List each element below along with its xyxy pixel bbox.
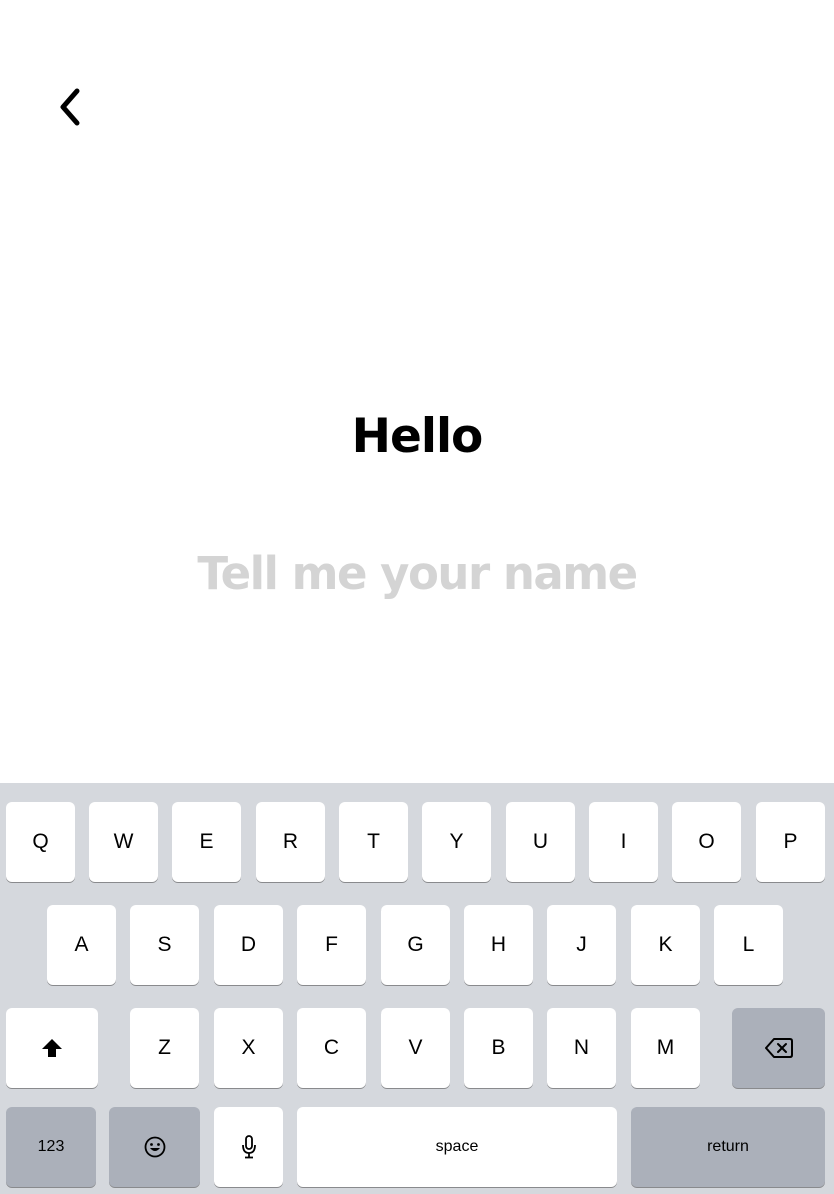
key-j[interactable]: J	[547, 905, 616, 985]
key-d[interactable]: D	[214, 905, 283, 985]
dictation-key[interactable]	[214, 1107, 283, 1187]
return-key[interactable]: return	[631, 1107, 825, 1187]
key-b[interactable]: B	[464, 1008, 533, 1088]
shift-key[interactable]	[6, 1008, 98, 1088]
key-o[interactable]: O	[672, 802, 741, 882]
key-x[interactable]: X	[214, 1008, 283, 1088]
microphone-icon	[241, 1135, 257, 1159]
backspace-key[interactable]	[732, 1008, 825, 1088]
emoji-key[interactable]	[109, 1107, 200, 1187]
key-u[interactable]: U	[506, 802, 575, 882]
key-t[interactable]: T	[339, 802, 408, 882]
key-n[interactable]: N	[547, 1008, 616, 1088]
numbers-key[interactable]: 123	[6, 1107, 96, 1187]
key-q[interactable]: Q	[6, 802, 75, 882]
name-input[interactable]	[100, 538, 734, 608]
key-r[interactable]: R	[256, 802, 325, 882]
key-l[interactable]: L	[714, 905, 783, 985]
emoji-face-icon	[144, 1136, 166, 1158]
back-button[interactable]	[50, 84, 90, 130]
key-e[interactable]: E	[172, 802, 241, 882]
key-y[interactable]: Y	[422, 802, 491, 882]
shift-arrow-icon	[41, 1038, 63, 1058]
key-c[interactable]: C	[297, 1008, 366, 1088]
greeting-title: Hello	[351, 409, 484, 464]
key-v[interactable]: V	[381, 1008, 450, 1088]
backspace-icon	[764, 1037, 793, 1059]
chevron-left-icon	[57, 87, 83, 127]
key-z[interactable]: Z	[130, 1008, 199, 1088]
space-key[interactable]: space	[297, 1107, 617, 1187]
on-screen-keyboard: Q W E R T Y U I O P A S D F G H J K L Z …	[0, 783, 834, 1194]
key-f[interactable]: F	[297, 905, 366, 985]
key-h[interactable]: H	[464, 905, 533, 985]
key-p[interactable]: P	[756, 802, 825, 882]
key-g[interactable]: G	[381, 905, 450, 985]
key-m[interactable]: M	[631, 1008, 700, 1088]
key-w[interactable]: W	[89, 802, 158, 882]
key-a[interactable]: A	[47, 905, 116, 985]
key-k[interactable]: K	[631, 905, 700, 985]
key-s[interactable]: S	[130, 905, 199, 985]
name-entry-screen: Hello Q W E R T Y U I O P A S D F G H J …	[0, 0, 834, 1194]
key-i[interactable]: I	[589, 802, 658, 882]
